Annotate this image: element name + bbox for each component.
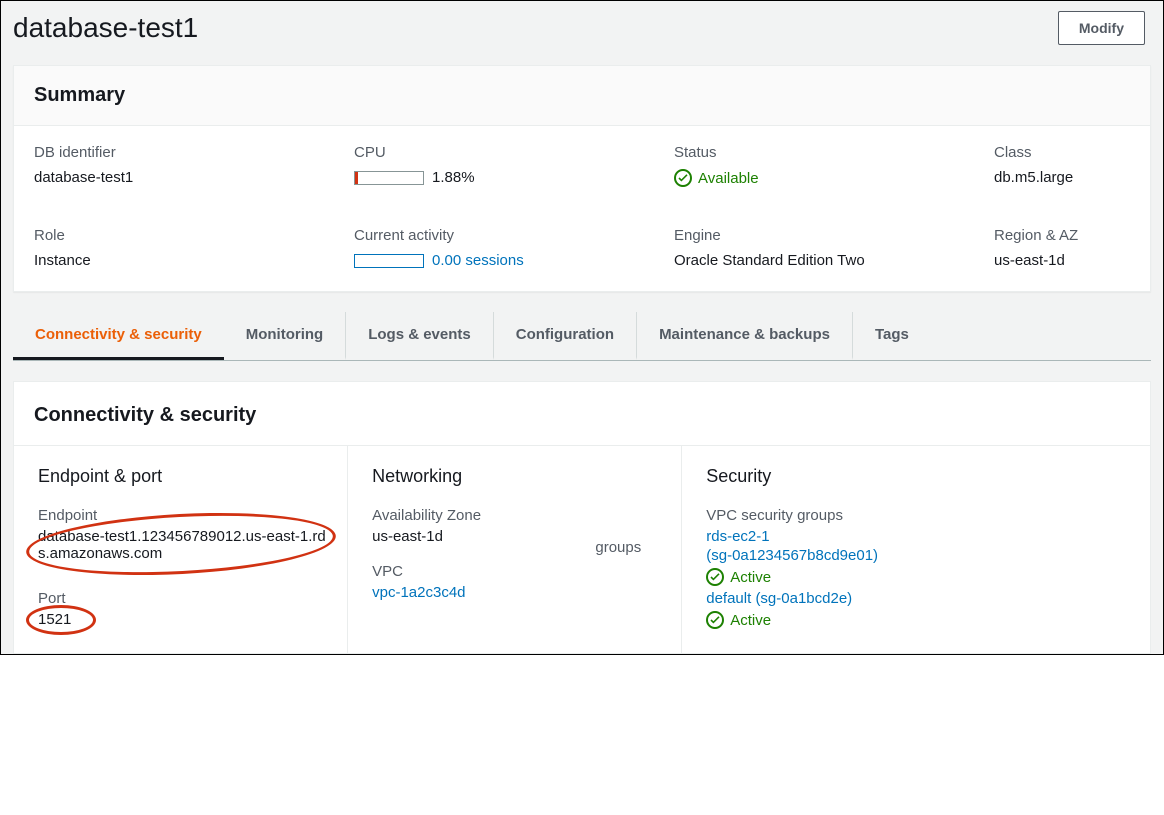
- engine-label: Engine: [674, 227, 954, 244]
- sg-2-status: Active: [706, 611, 771, 629]
- role-label: Role: [34, 227, 314, 244]
- sg-link-1-name[interactable]: rds-ec2-1: [706, 528, 1130, 545]
- connectivity-security-panel: Connectivity & security Endpoint & port …: [13, 381, 1151, 654]
- region-az-label: Region & AZ: [994, 227, 1130, 244]
- tab-connectivity-security[interactable]: Connectivity & security: [13, 312, 224, 360]
- class-label: Class: [994, 144, 1130, 161]
- activity-label: Current activity: [354, 227, 634, 244]
- az-label: Availability Zone: [372, 507, 481, 524]
- cpu-label: CPU: [354, 144, 634, 161]
- summary-panel: Summary DB identifier database-test1 CPU…: [13, 65, 1151, 292]
- endpoint-port-heading: Endpoint & port: [38, 466, 327, 487]
- modify-button[interactable]: Modify: [1058, 11, 1145, 45]
- sessions-link[interactable]: 0.00 sessions: [432, 252, 524, 269]
- page-title: database-test1: [13, 12, 198, 44]
- summary-heading: Summary: [34, 84, 1130, 107]
- tab-monitoring[interactable]: Monitoring: [224, 312, 346, 360]
- sg-link-1-id[interactable]: (sg-0a1234567b8cd9e01): [706, 547, 1130, 564]
- check-circle-icon: [706, 568, 724, 586]
- cpu-bar-icon: [354, 171, 424, 185]
- connsec-heading: Connectivity & security: [14, 382, 1150, 445]
- networking-heading: Networking: [372, 466, 481, 487]
- activity-bar-icon: [354, 254, 424, 268]
- tab-tags[interactable]: Tags: [853, 312, 931, 360]
- tabs: Connectivity & security Monitoring Logs …: [13, 312, 1151, 361]
- sg-label: VPC security groups: [706, 507, 1130, 524]
- endpoint-label: Endpoint: [38, 507, 327, 524]
- tab-maintenance-backups[interactable]: Maintenance & backups: [637, 312, 853, 360]
- endpoint-value: database-test1.123456789012.us-east-1.rd…: [38, 528, 327, 562]
- sg-1-status: Active: [706, 568, 771, 586]
- status-value: Available: [674, 169, 759, 187]
- db-identifier-value: database-test1: [34, 169, 314, 186]
- vpc-link[interactable]: vpc-1a2c3c4d: [372, 584, 465, 601]
- role-value: Instance: [34, 252, 314, 269]
- db-identifier-label: DB identifier: [34, 144, 314, 161]
- groups-text: groups: [595, 539, 661, 556]
- status-label: Status: [674, 144, 954, 161]
- region-az-value: us-east-1d: [994, 252, 1130, 269]
- vpc-label: VPC: [372, 563, 481, 580]
- activity-value: 0.00 sessions: [354, 252, 634, 269]
- check-circle-icon: [674, 169, 692, 187]
- sg-link-2-name[interactable]: default (sg-0a1bcd2e): [706, 590, 1130, 607]
- class-value: db.m5.large: [994, 169, 1130, 186]
- cpu-value: 1.88%: [354, 169, 634, 186]
- az-value: us-east-1d: [372, 528, 481, 545]
- check-circle-icon: [706, 611, 724, 629]
- security-heading: Security: [706, 466, 1130, 487]
- tab-logs-events[interactable]: Logs & events: [346, 312, 494, 360]
- port-value: 1521: [38, 611, 327, 628]
- engine-value: Oracle Standard Edition Two: [674, 252, 954, 269]
- port-label: Port: [38, 590, 327, 607]
- tab-configuration[interactable]: Configuration: [494, 312, 637, 360]
